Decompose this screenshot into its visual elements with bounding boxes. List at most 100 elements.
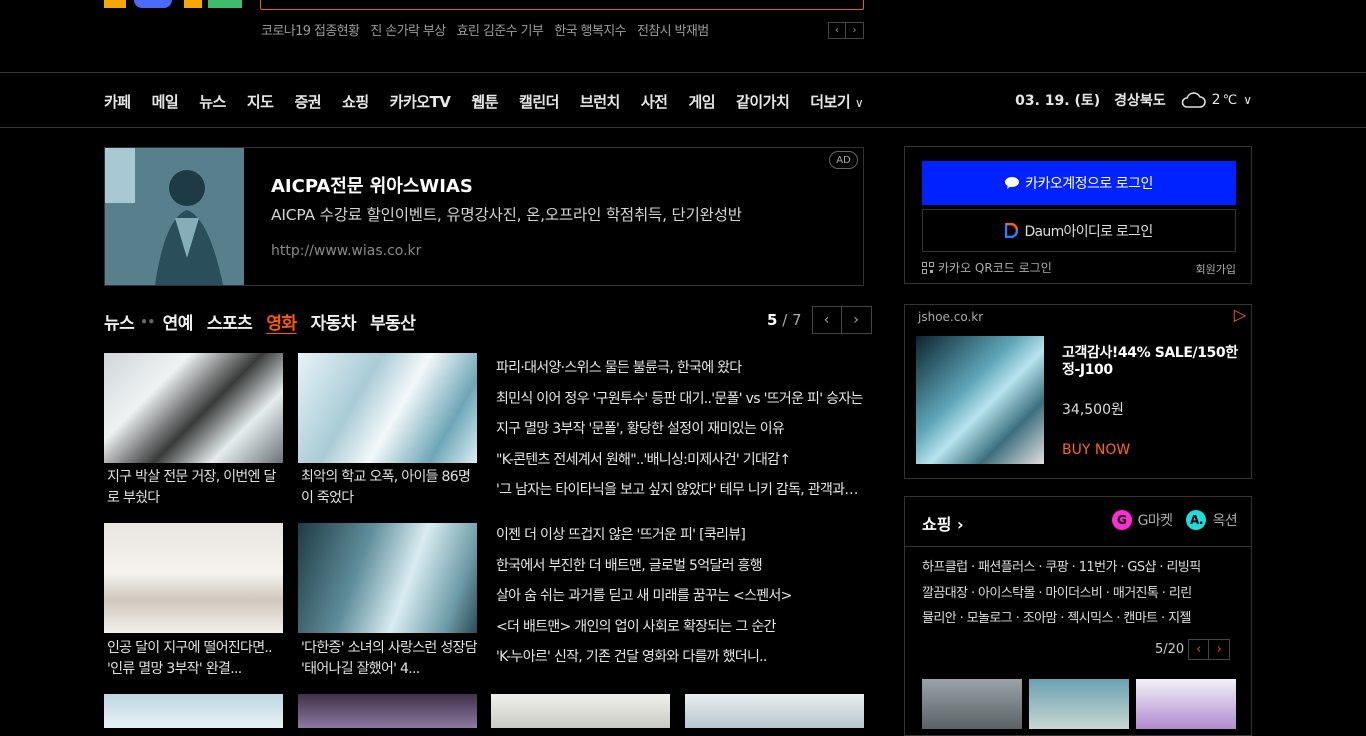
ad-title[interactable]: AICPA전문 위아스WIAS	[271, 172, 473, 198]
global-nav: 카페 메일 뉴스 지도 증권 쇼핑 카카오TV 웹툰 캘린더 브런치 사전 게임…	[0, 72, 1366, 128]
news-list: 이젠 더 이상 뜨겁지 않은 '뜨거운 피' [쿡리뷰] 한국에서 부진한 더 …	[496, 520, 864, 673]
nav-item-brunch[interactable]: 브런치	[580, 91, 620, 112]
news-pager: 5 / 7 ‹ ›	[767, 306, 872, 334]
nav-item-cafe[interactable]: 카페	[104, 91, 131, 112]
news-thumb-caption[interactable]: 지구 박살 전문 거장, 이번엔 달로 부쉈다	[104, 467, 283, 509]
buy-now-link[interactable]: BUY NOW	[1062, 442, 1130, 458]
shopping-thumb-image[interactable]	[1136, 679, 1236, 729]
list-item[interactable]: 이젠 더 이상 뜨겁지 않은 '뜨거운 피' [쿡리뷰]	[496, 520, 864, 551]
prev-keyword-button[interactable]: ‹	[828, 22, 846, 39]
shopping-partner-links: G G마켓 A. 옥션	[1111, 510, 1238, 530]
gmarket-link[interactable]: G마켓	[1138, 510, 1173, 530]
nav-item-together[interactable]: 같이가치	[736, 91, 790, 112]
auction-link[interactable]: 옥션	[1212, 510, 1237, 530]
tab-news[interactable]: 뉴스	[104, 309, 135, 334]
hot-keyword-nav: ‹ ›	[828, 22, 864, 39]
list-item[interactable]: 뮬리안 · 모놀로그 · 조아맘 · 젝시믹스 · 캔마트 · 지젤	[922, 606, 1240, 632]
daum-logo[interactable]	[104, 0, 244, 8]
nav-item-news[interactable]: 뉴스	[199, 91, 226, 112]
shopping-mall-list: 하프클럽 · 패션플러스 · 쿠팡 · 11번가 · GS샵 · 리빙픽 깔끔대…	[922, 555, 1240, 632]
next-keyword-button[interactable]: ›	[846, 22, 864, 39]
tab-sports[interactable]: 스포츠	[207, 309, 253, 334]
kakao-login-button[interactable]: 카카오계정으로 로그인	[922, 161, 1236, 205]
tab-car[interactable]: 자동차	[311, 309, 357, 334]
list-item[interactable]: '그 남자는 타이타닉을 보고 싶지 않았다' 테무 니키 감독, 관객과의 대…	[496, 475, 864, 506]
list-item[interactable]: 깔끔대장 · 아이스탁몰 · 마이더스비 · 매거진톡 · 리린	[922, 581, 1240, 607]
news-thumb-caption[interactable]: 인공 달이 지구에 떨어진다면.. '인류 멸망 3부작' 완결...	[104, 638, 283, 680]
cloud-icon	[1181, 92, 1206, 108]
hot-keyword[interactable]: 한국 행복지수	[554, 20, 626, 39]
news-thumb-image[interactable]	[298, 694, 477, 728]
nav-item-webtoon[interactable]: 웹툰	[471, 91, 498, 112]
news-tabs: 뉴스 •• 연예 스포츠 영화 자동차 부동산	[104, 309, 416, 334]
qr-login-link[interactable]: 카카오 QR코드 로그인	[922, 259, 1052, 276]
tab-entertainment[interactable]: 연예	[163, 309, 194, 334]
prev-page-button[interactable]: ‹	[811, 306, 842, 334]
nav-item-shopping[interactable]: 쇼핑	[342, 91, 369, 112]
next-page-button[interactable]: ›	[841, 306, 872, 334]
hot-keyword[interactable]: 전참시 박재범	[637, 20, 709, 39]
list-item[interactable]: 하프클럽 · 패션플러스 · 쿠팡 · 11번가 · GS샵 · 리빙픽	[922, 555, 1240, 581]
shopping-box: 쇼핑 › G G마켓 A. 옥션 하프클럽 · 패션플러스 · 쿠팡 · 11번…	[904, 496, 1252, 736]
page-count: 5 / 7	[767, 311, 802, 329]
nav-item-dictionary[interactable]: 사전	[641, 91, 668, 112]
nav-item-kakaotv[interactable]: 카카오TV	[390, 91, 451, 112]
shopping-header: 쇼핑 › G G마켓 A. 옥션	[905, 497, 1251, 547]
tab-realestate[interactable]: 부동산	[370, 309, 416, 334]
next-page-button[interactable]: ›	[1209, 639, 1231, 660]
list-item[interactable]: 'K-누아르' 신작, 기존 건달 영화와 다를까 했더니..	[496, 642, 864, 673]
ad-banner[interactable]: AICPA전문 위아스WIAS AICPA 수강료 할인이벤트, 유명강사진, …	[104, 147, 864, 286]
news-thumb-image[interactable]	[491, 694, 670, 728]
list-item[interactable]: 최민식 이어 정우 '구원투수' 등판 대기..'문폴' vs '뜨거운 피' …	[496, 384, 864, 415]
nav-item-stock[interactable]: 증권	[294, 91, 321, 112]
daum-login-button[interactable]: Daum아이디로 로그인	[922, 209, 1236, 252]
shopping-page-count: 5/20	[1155, 642, 1185, 657]
product-price: 34,500원	[1062, 402, 1124, 418]
region-label[interactable]: 경상북도	[1114, 90, 1166, 110]
search-input[interactable]	[260, 0, 864, 10]
list-item[interactable]: 살아 숨 쉬는 과거를 딛고 새 미래를 꿈꾸는 <스펜서>	[496, 581, 864, 612]
nav-item-map[interactable]: 지도	[247, 91, 274, 112]
chevron-down-icon: ∨	[1243, 93, 1252, 107]
shopping-title[interactable]: 쇼핑 ›	[922, 511, 964, 535]
tab-movie[interactable]: 영화	[266, 309, 297, 334]
news-thumb-caption[interactable]: '다한증' 소녀의 사랑스런 성장담 '태어나길 잘했어' 4...	[298, 638, 477, 680]
qr-icon	[922, 261, 934, 274]
weather-widget[interactable]: 2 ℃ ∨	[1180, 91, 1252, 109]
temperature-unit: ℃	[1222, 92, 1238, 108]
news-thumb-image[interactable]	[685, 694, 864, 728]
list-item[interactable]: 지구 멸망 3부작 '문폴', 황당한 설정이 재미있는 이유	[496, 414, 864, 445]
product-image[interactable]	[916, 336, 1044, 464]
daum-login-label: Daum아이디로 로그인	[1024, 223, 1153, 240]
nav-item-calendar[interactable]: 캘린더	[519, 91, 559, 112]
news-thumb-image[interactable]	[298, 353, 477, 463]
news-thumb-image[interactable]	[104, 353, 283, 463]
shopping-ad[interactable]: jshoe.co.kr ▷ 고객감사!44% SALE/150한정-J100 3…	[904, 304, 1252, 479]
gmarket-icon: G	[1111, 510, 1132, 530]
news-thumb-caption[interactable]: 최악의 학교 오폭, 아이들 86명이 죽었다	[298, 467, 477, 509]
nav-item-more[interactable]: 더보기 ∨	[810, 91, 863, 112]
hot-keyword[interactable]: 효린 김준수 기부	[457, 20, 544, 39]
daum-d-icon	[1005, 223, 1019, 238]
prev-page-button[interactable]: ‹	[1188, 639, 1210, 660]
shopping-thumb-image[interactable]	[1029, 679, 1129, 729]
ad-url[interactable]: http://www.wias.co.kr	[271, 243, 421, 259]
news-thumb-image[interactable]	[104, 523, 283, 633]
kakao-login-label: 카카오계정으로 로그인	[1025, 176, 1153, 192]
news-thumb-image[interactable]	[298, 523, 477, 633]
list-item[interactable]: <더 배트맨> 개인의 업이 사회로 확장되는 그 순간	[496, 612, 864, 643]
signup-link[interactable]: 회원가입	[1196, 261, 1236, 277]
hot-keyword[interactable]: 진 손가락 부상	[370, 20, 446, 39]
ad-domain: jshoe.co.kr	[918, 310, 984, 324]
list-item[interactable]: "K-콘텐츠 전세계서 원해"..'배니싱:미제사건' 기대감↑	[496, 445, 864, 476]
hot-keyword[interactable]: 코로나19 접종현황	[261, 20, 360, 39]
nav-item-mail[interactable]: 메일	[152, 91, 179, 112]
shopping-thumb-image[interactable]	[922, 679, 1022, 729]
product-title[interactable]: 고객감사!44% SALE/150한정-J100	[1062, 345, 1247, 379]
nav-item-game[interactable]: 게임	[688, 91, 715, 112]
shopping-thumbs	[922, 679, 1236, 729]
news-thumb-image[interactable]	[104, 694, 283, 728]
list-item[interactable]: 파리·대서양·스위스 물든 불륜극, 한국에 왔다	[496, 353, 864, 384]
adchoices-icon[interactable]: ▷	[1234, 305, 1246, 324]
list-item[interactable]: 한국에서 부진한 더 배트맨, 글로벌 5억달러 흥행	[496, 551, 864, 582]
